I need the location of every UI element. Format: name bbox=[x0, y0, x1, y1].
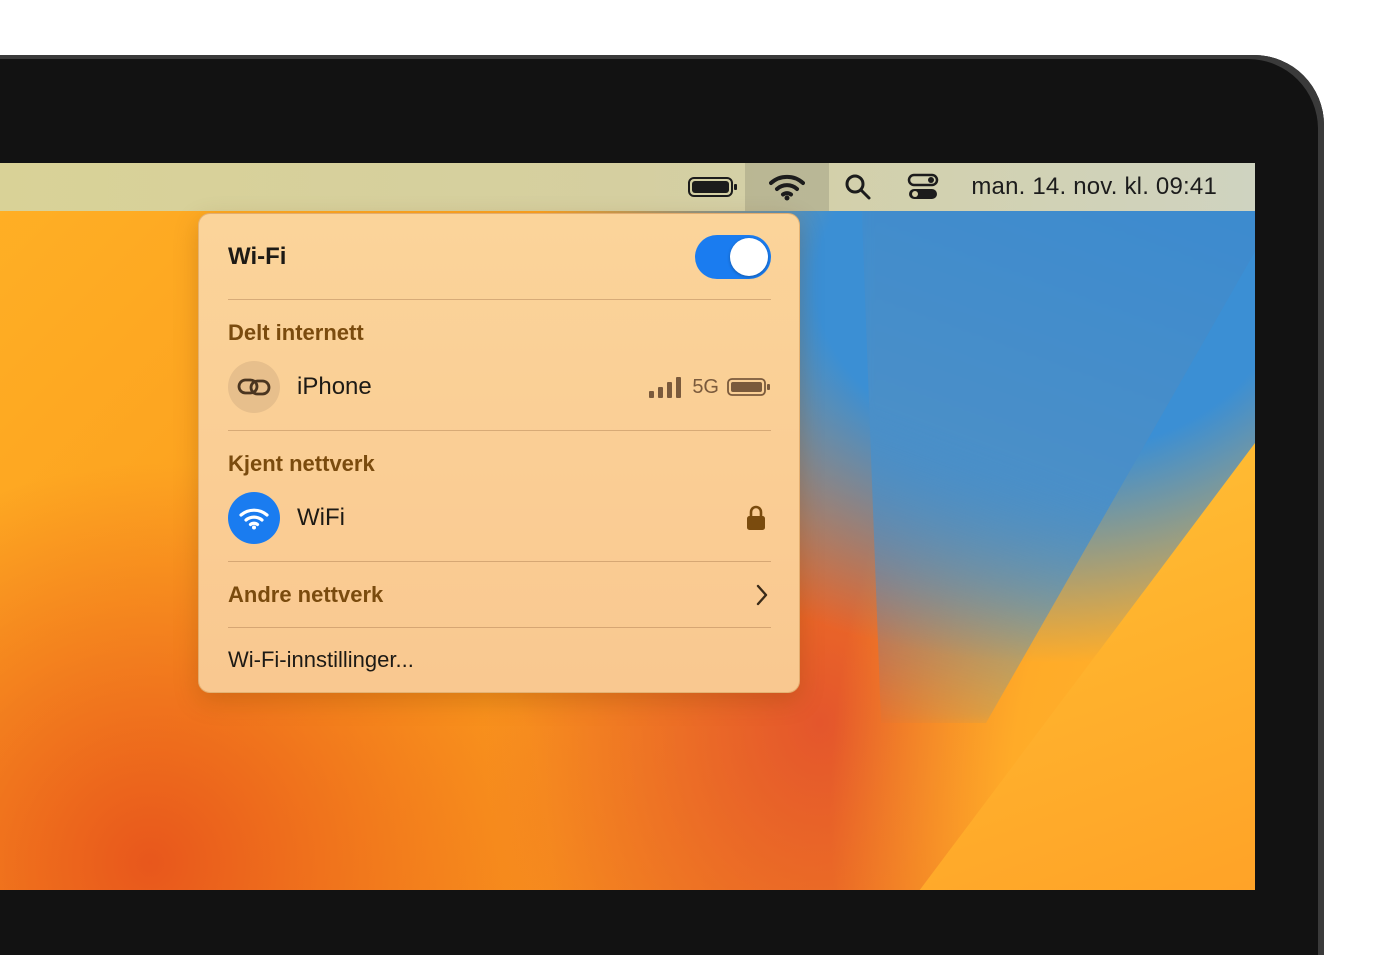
wifi-settings-row[interactable]: Wi-Fi-innstillinger... bbox=[228, 643, 771, 677]
hotspot-status: 5G bbox=[648, 376, 771, 399]
wifi-toggle[interactable] bbox=[695, 235, 771, 279]
toggle-knob bbox=[730, 238, 768, 276]
wifi-dropdown-panel: Wi-Fi Delt internett iPhone 5G Kjent net… bbox=[198, 213, 800, 693]
wifi-settings-label: Wi-Fi-innstillinger... bbox=[228, 647, 414, 672]
menu-bar-clock[interactable]: man. 14. nov. kl. 09:41 bbox=[959, 163, 1255, 211]
hotspot-link-icon bbox=[228, 361, 280, 413]
other-networks-row[interactable]: Andre nettverk bbox=[228, 578, 771, 612]
lock-icon bbox=[747, 505, 765, 530]
hotspot-item-iphone[interactable]: iPhone 5G bbox=[228, 360, 771, 414]
device-battery-icon bbox=[727, 378, 770, 396]
network-type-label: 5G bbox=[692, 375, 719, 398]
chevron-container bbox=[755, 584, 771, 606]
menu-bar: man. 14. nov. kl. 09:41 bbox=[0, 163, 1255, 211]
divider bbox=[228, 627, 771, 628]
wifi-menu-icon[interactable] bbox=[745, 163, 830, 211]
known-network-name: WiFi bbox=[297, 504, 345, 531]
known-network-status bbox=[745, 504, 771, 532]
divider bbox=[228, 561, 771, 562]
divider bbox=[228, 299, 771, 300]
hotspot-section-label: Delt internett bbox=[228, 320, 364, 345]
battery-icon[interactable] bbox=[681, 163, 745, 211]
known-network-section-label: Kjent nettverk bbox=[228, 451, 375, 476]
other-networks-label: Andre nettverk bbox=[228, 582, 384, 607]
chevron-right-icon bbox=[756, 584, 768, 606]
section-header-hotspot: Delt internett bbox=[228, 318, 771, 348]
hotspot-device-name: iPhone bbox=[297, 373, 372, 400]
known-network-item-wifi[interactable]: WiFi bbox=[228, 491, 771, 545]
wifi-title: Wi-Fi bbox=[228, 243, 287, 270]
section-header-known: Kjent nettverk bbox=[228, 449, 771, 479]
control-center-icon[interactable] bbox=[887, 163, 959, 211]
divider bbox=[228, 430, 771, 431]
wifi-header: Wi-Fi bbox=[228, 234, 771, 280]
search-icon[interactable] bbox=[829, 163, 887, 211]
cellular-signal-icon bbox=[649, 377, 682, 398]
wifi-network-icon bbox=[228, 492, 280, 544]
